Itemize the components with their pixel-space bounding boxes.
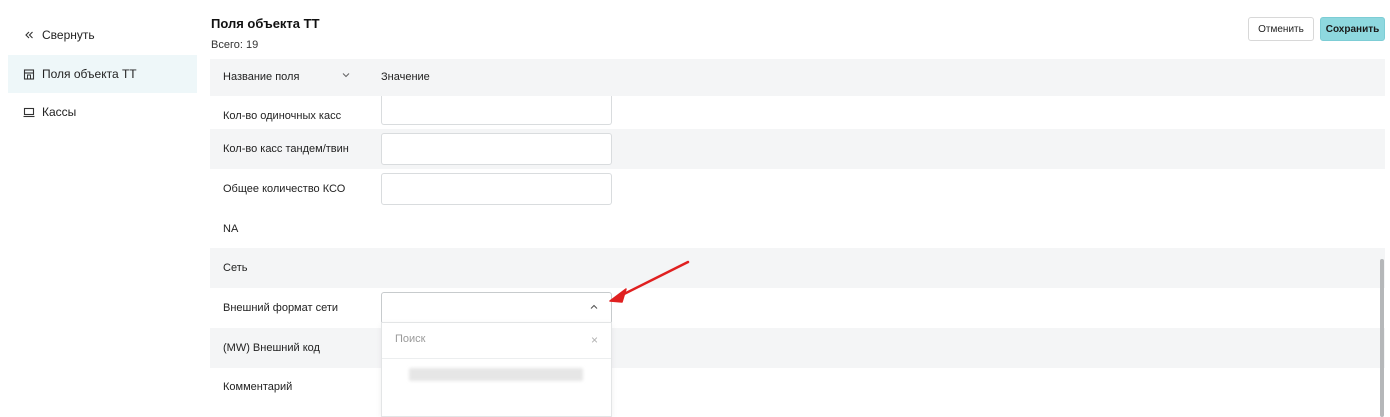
field-label: Комментарий xyxy=(223,381,293,393)
collapse-label: Свернуть xyxy=(42,28,95,42)
field-label: Внешний формат сети xyxy=(223,302,339,314)
field-label: (MW) Внешний код xyxy=(223,342,320,354)
table-row: Сеть xyxy=(210,248,1385,288)
sidebar-item-object-fields[interactable]: Поля объекта ТТ xyxy=(8,55,197,93)
cancel-button[interactable]: Отменить xyxy=(1248,17,1314,41)
scrollbar-thumb[interactable] xyxy=(1380,259,1384,417)
annotation-arrow-icon xyxy=(609,260,690,303)
single-registers-input[interactable] xyxy=(381,96,612,125)
field-label: Общее количество КСО xyxy=(223,183,346,195)
store-icon xyxy=(23,68,35,80)
collapse-sidebar-button[interactable]: Свернуть xyxy=(8,16,197,54)
dropdown-search-input[interactable] xyxy=(395,333,575,345)
tandem-registers-input[interactable] xyxy=(381,133,612,165)
field-label: Сеть xyxy=(223,262,248,274)
field-label: Кол-во одиночных касс xyxy=(223,110,342,122)
table-row: Общее количество КСО xyxy=(210,169,1385,209)
table-row: NA xyxy=(210,209,1385,249)
page-header: Поля объекта ТТ Всего: 19 xyxy=(211,16,320,51)
dropdown-option-blurred[interactable] xyxy=(409,368,583,381)
cash-register-icon xyxy=(23,106,35,118)
sidebar-item-cashiers[interactable]: Кассы xyxy=(8,93,197,131)
double-chevron-left-icon xyxy=(23,29,35,41)
column-header-value: Значение xyxy=(381,71,430,83)
table-row: Кол-во касс тандем/твин xyxy=(210,129,1385,169)
sidebar: Свернуть Поля объекта ТТ Кассы xyxy=(0,0,205,417)
sidebar-item-label: Кассы xyxy=(42,105,77,119)
close-icon[interactable]: × xyxy=(591,333,598,347)
save-button[interactable]: Сохранить xyxy=(1320,17,1385,41)
chevron-up-icon xyxy=(589,302,599,312)
select-dropdown: × xyxy=(381,322,612,417)
field-label: NA xyxy=(223,223,239,235)
total-count: Всего: 19 xyxy=(211,39,259,51)
page-title: Поля объекта ТТ xyxy=(211,16,320,31)
sidebar-item-label: Поля объекта ТТ xyxy=(42,67,137,81)
column-header-name[interactable]: Название поля xyxy=(223,71,299,83)
chevron-down-icon[interactable] xyxy=(341,70,351,83)
field-label: Кол-во касс тандем/твин xyxy=(223,143,349,155)
external-network-format-select[interactable] xyxy=(381,292,612,324)
table-header: Название поля Значение xyxy=(210,59,1385,96)
dropdown-search: × xyxy=(382,323,611,359)
total-kso-input[interactable] xyxy=(381,173,612,205)
